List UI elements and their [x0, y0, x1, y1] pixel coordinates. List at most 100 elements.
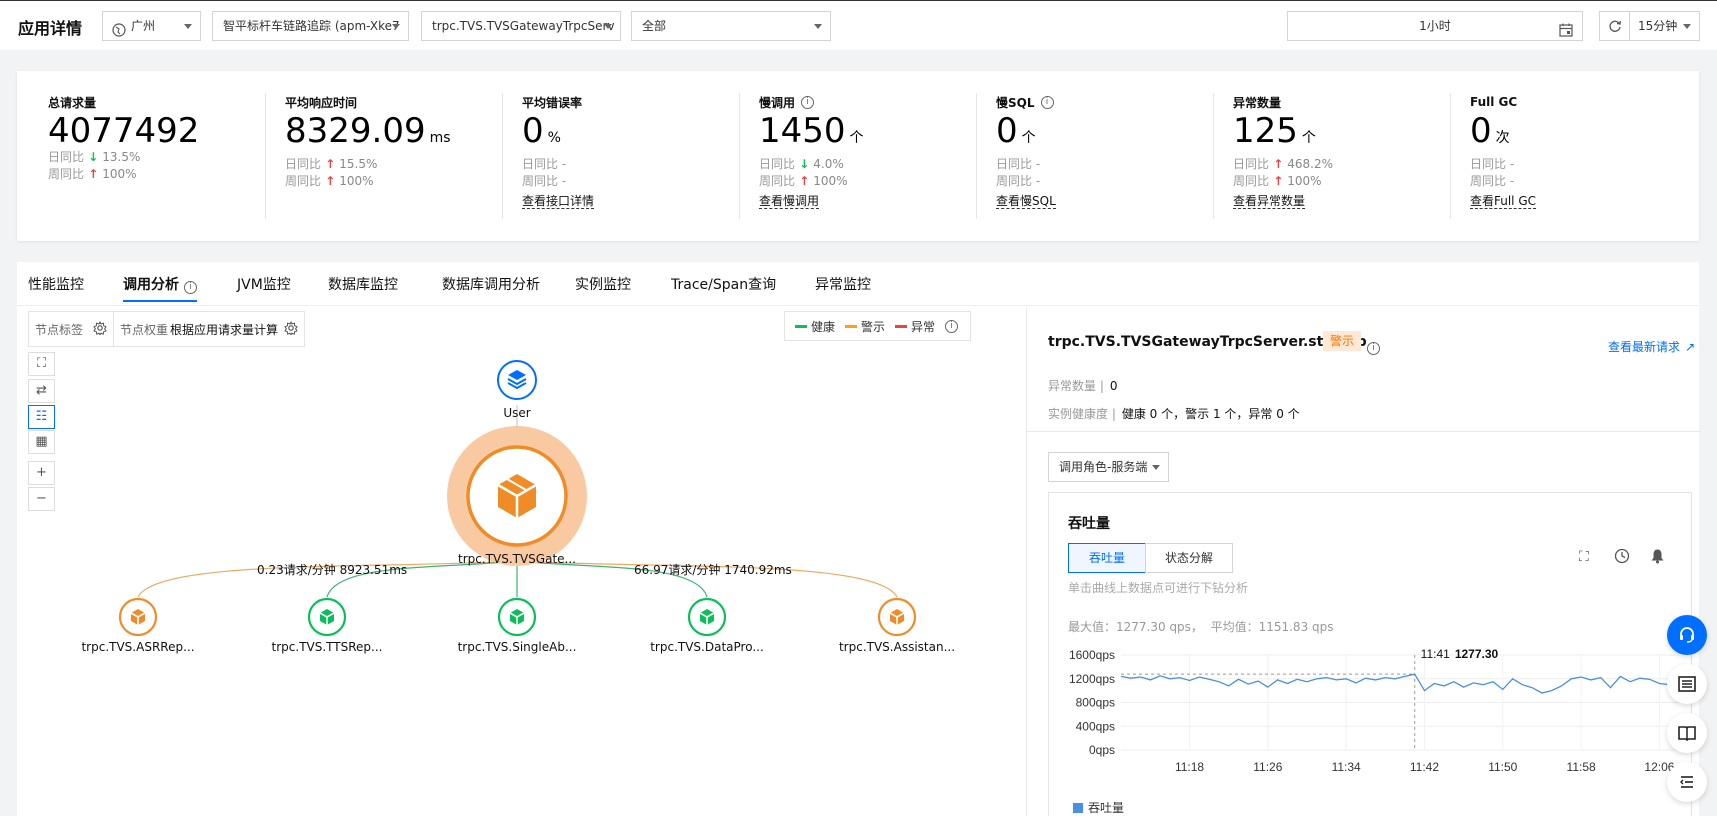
tab-3[interactable]: 数据库监控 — [328, 274, 398, 302]
globe-icon — [112, 19, 126, 40]
stat-value-number: 4077492 — [48, 111, 200, 151]
stat-label: 平均错误率 — [522, 93, 594, 111]
tooltip-time: 11:41 — [1421, 647, 1450, 661]
stat-detail-link[interactable]: 查看Full GC — [1470, 194, 1537, 209]
stat-value-number: 125 — [1233, 111, 1298, 151]
stat-detail-link[interactable]: 查看接口详情 — [522, 194, 595, 209]
refresh-icon[interactable] — [1600, 12, 1630, 40]
tab-1[interactable]: 调用分析 i — [123, 274, 197, 302]
chevron-down-icon — [184, 24, 192, 29]
chevron-down-icon — [1152, 465, 1160, 470]
stat-label-text: 平均响应时间 — [285, 95, 358, 110]
main-panel: 性能监控 调用分析 i JVM监控 数据库监控 数据库调用分析 实例监控 Trace/Spa… — [17, 262, 1700, 816]
stat-block: 平均响应时间 8329.09 ms 日同比 ↑ 15.5% 周同比 ↑ 100% — [285, 93, 451, 218]
stat-block: 总请求量 4077492 日同比 ↓ 13.5% 周同比 ↑ 100% — [48, 93, 199, 218]
tab-4[interactable]: 数据库调用分析 — [442, 274, 540, 302]
region-select[interactable]: 广州 — [102, 11, 201, 41]
info-icon[interactable]: i — [1040, 95, 1054, 109]
day-compare-label: 日同比 - — [522, 157, 567, 171]
exception-count: 异常数量 | 0 — [1048, 377, 1118, 394]
stat-divider — [1213, 93, 1214, 219]
tab-divider — [17, 305, 1699, 306]
stat-value-number: 1450 — [759, 111, 846, 151]
instance-health-label: 实例健康度 | — [1048, 407, 1116, 421]
tooltip-value: 1277.30 — [1455, 647, 1499, 661]
stat-value: 125 个 — [1233, 113, 1333, 156]
docs-button[interactable] — [1667, 713, 1707, 753]
stat-detail-link[interactable]: 查看异常数量 — [1233, 194, 1306, 209]
role-select[interactable]: 调用角色-服务端 — [1048, 452, 1169, 482]
stat-value-number: 8329.09 — [285, 111, 426, 151]
stat-label: 慢SQL i — [996, 93, 1056, 111]
child-service-node[interactable] — [877, 597, 917, 641]
tab-label: 性能监控 — [28, 277, 84, 293]
stat-unit: 个 — [1301, 130, 1316, 146]
view-latest-request-link[interactable]: 查看最新请求 ↗ — [1608, 336, 1695, 355]
stat-label-text: 慢SQL — [996, 95, 1035, 110]
y-tick-label: 0qps — [1089, 743, 1115, 757]
service-select[interactable]: trpc.TVS.TVSGatewayTrpcServ — [421, 11, 621, 41]
filter-value: 全部 — [642, 19, 667, 33]
bell-icon[interactable] — [1650, 548, 1665, 568]
info-icon[interactable]: i — [1367, 335, 1380, 355]
stat-block: 慢调用 i 1450 个日同比 ↓ 4.0% 周同比 ↑ 100% 查看慢调用 — [759, 93, 864, 218]
clock-icon[interactable] — [1614, 548, 1630, 568]
stat-value: 4077492 — [48, 113, 199, 149]
tab-5[interactable]: 实例监控 — [575, 274, 631, 302]
tab-6[interactable]: Trace/Span查询 — [671, 274, 776, 302]
stat-value-number: 0 — [996, 111, 1018, 151]
stat-divider — [265, 93, 266, 219]
tab-status-breakdown[interactable]: 状态分解 — [1145, 543, 1233, 573]
fullscreen-icon[interactable]: ⛶ — [1579, 549, 1589, 565]
x-tick-label: 11:26 — [1253, 760, 1282, 774]
time-range-picker[interactable]: 1小时 — [1287, 11, 1583, 41]
refresh-control[interactable]: 15分钟 — [1599, 11, 1700, 41]
child-service-node[interactable] — [118, 597, 158, 641]
stat-value: 8329.09 ms — [285, 113, 451, 156]
arrow-down-icon: ↓ — [795, 157, 810, 171]
child-node-label: trpc.TVS.TTSRep... — [271, 640, 383, 654]
throughput-chart[interactable]: 0qps 400qps 800qps 1200qps 1600qps 11:18 11:26… — [1049, 643, 1691, 808]
week-compare: 周同比 - — [996, 173, 1056, 190]
app-select[interactable]: 智平标杆车链路追踪 (apm-Xke7 — [212, 11, 409, 41]
list-button[interactable] — [1667, 664, 1707, 704]
filter-select[interactable]: 全部 — [631, 11, 831, 41]
child-service-node[interactable] — [687, 597, 727, 641]
week-compare-label: 周同比 — [285, 174, 322, 188]
support-button[interactable] — [1667, 615, 1707, 655]
info-icon[interactable]: i — [183, 281, 197, 294]
info-icon[interactable]: i — [801, 95, 815, 109]
day-compare: 日同比 - — [996, 156, 1056, 173]
day-compare-pct: 15.5% — [339, 157, 378, 171]
tab-0[interactable]: 性能监控 — [28, 274, 84, 302]
instance-health-value: 健康 0 个，警示 1 个，异常 0 个 — [1121, 407, 1300, 421]
x-tick-label: 11:58 — [1567, 760, 1596, 774]
x-tick-label: 11:18 — [1175, 760, 1204, 774]
user-node[interactable] — [497, 360, 537, 400]
tab-7[interactable]: 异常监控 — [815, 274, 871, 302]
stat-divider — [739, 93, 740, 219]
week-compare-label: 周同比 - — [996, 174, 1041, 188]
stat-divider — [1450, 93, 1451, 219]
child-node-label: trpc.TVS.DataPro... — [650, 640, 764, 654]
child-service-node[interactable] — [307, 597, 347, 641]
collapse-button[interactable] — [1667, 762, 1707, 802]
tab-2[interactable]: JVM监控 — [237, 274, 291, 302]
day-compare-pct: 468.2% — [1287, 157, 1334, 171]
child-service-node[interactable] — [497, 597, 537, 641]
stat-block: Full GC 0 次日同比 - 周同比 - 查看Full GC — [1470, 93, 1537, 218]
edge-label-left: 0.23请求/分钟 8923.51ms — [257, 563, 408, 577]
stat-label: 平均响应时间 — [285, 93, 451, 111]
week-compare: 周同比 ↑ 100% — [759, 173, 864, 190]
stat-detail-link[interactable]: 查看慢调用 — [759, 194, 820, 209]
stat-divider — [976, 93, 977, 219]
tab-throughput[interactable]: 吞吐量 — [1068, 543, 1146, 573]
week-compare: 周同比 ↑ 100% — [285, 173, 451, 190]
stat-unit: 次 — [1495, 130, 1510, 146]
arrow-up-icon: ↑ — [321, 157, 336, 171]
service-value: trpc.TVS.TVSGatewayTrpcServ — [432, 19, 615, 33]
stat-detail-link[interactable]: 查看慢SQL — [996, 194, 1056, 209]
center-service-node[interactable] — [447, 426, 587, 566]
y-tick-label: 400qps — [1076, 719, 1115, 733]
chart-legend: 吞吐量 — [1073, 799, 1124, 816]
